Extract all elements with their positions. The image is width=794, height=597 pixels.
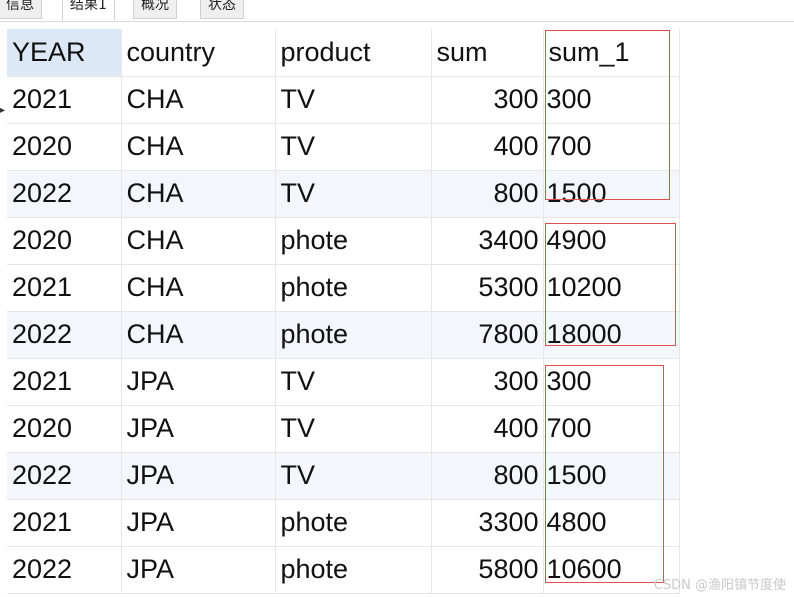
- cell-sum-1[interactable]: 300: [543, 358, 680, 406]
- cell-country[interactable]: CHA: [121, 76, 276, 124]
- cell-country[interactable]: JPA: [121, 452, 276, 500]
- column-header-sum[interactable]: sum: [431, 29, 544, 77]
- cell-sum[interactable]: 3400: [431, 217, 544, 265]
- table-row[interactable]: 2022 CHA TV 800 1500: [7, 170, 680, 218]
- cell-sum[interactable]: 3300: [431, 499, 544, 547]
- cell-sum[interactable]: 800: [431, 452, 544, 500]
- cell-country[interactable]: CHA: [121, 217, 276, 265]
- column-header-sum-1[interactable]: sum_1: [543, 29, 680, 77]
- table-row[interactable]: 2021 JPA phote 3300 4800: [7, 499, 680, 547]
- cell-year[interactable]: 2020: [7, 405, 122, 453]
- cell-year[interactable]: 2021: [7, 499, 122, 547]
- cell-sum-1[interactable]: 1500: [543, 452, 680, 500]
- cell-year[interactable]: 2021: [7, 76, 122, 124]
- table-row[interactable]: 2022 JPA phote 5800 10600: [7, 546, 680, 594]
- cell-year[interactable]: 2022: [7, 311, 122, 359]
- table-row[interactable]: 2022 JPA TV 800 1500: [7, 452, 680, 500]
- cell-country[interactable]: JPA: [121, 546, 276, 594]
- cell-product[interactable]: TV: [275, 452, 432, 500]
- cell-sum-1[interactable]: 1500: [543, 170, 680, 218]
- cell-sum-1[interactable]: 4900: [543, 217, 680, 265]
- cell-year[interactable]: 2020: [7, 123, 122, 171]
- cell-sum-1[interactable]: 700: [543, 123, 680, 171]
- cell-sum[interactable]: 300: [431, 76, 544, 124]
- cell-year[interactable]: 2022: [7, 452, 122, 500]
- cell-country[interactable]: JPA: [121, 499, 276, 547]
- cell-product[interactable]: phote: [275, 264, 432, 312]
- table-row[interactable]: 2021 JPA TV 300 300: [7, 358, 680, 406]
- cell-sum[interactable]: 400: [431, 123, 544, 171]
- cell-sum[interactable]: 5300: [431, 264, 544, 312]
- column-header-country[interactable]: country: [121, 29, 276, 77]
- cell-sum[interactable]: 7800: [431, 311, 544, 359]
- cell-product[interactable]: TV: [275, 170, 432, 218]
- cell-sum[interactable]: 300: [431, 358, 544, 406]
- tab-result-1[interactable]: 结果1: [62, 0, 115, 21]
- cell-year[interactable]: 2020: [7, 217, 122, 265]
- column-header-year[interactable]: YEAR: [7, 29, 122, 77]
- table-row[interactable]: 2021 CHA phote 5300 10200: [7, 264, 680, 312]
- table-row[interactable]: 2022 CHA phote 7800 18000: [7, 311, 680, 359]
- cell-sum-1[interactable]: 18000: [543, 311, 680, 359]
- table-row[interactable]: 2020 CHA TV 400 700: [7, 123, 680, 171]
- cell-sum-1[interactable]: 700: [543, 405, 680, 453]
- cell-sum[interactable]: 800: [431, 170, 544, 218]
- cell-sum-1[interactable]: 300: [543, 76, 680, 124]
- table-row[interactable]: 2020 CHA phote 3400 4900: [7, 217, 680, 265]
- tab-overview[interactable]: 概况: [133, 0, 177, 19]
- cell-year[interactable]: 2021: [7, 358, 122, 406]
- tab-status[interactable]: 状态: [200, 0, 244, 19]
- cell-product[interactable]: phote: [275, 499, 432, 547]
- cell-country[interactable]: JPA: [121, 405, 276, 453]
- cell-product[interactable]: phote: [275, 217, 432, 265]
- cell-product[interactable]: TV: [275, 405, 432, 453]
- cell-year[interactable]: 2022: [7, 546, 122, 594]
- table-row[interactable]: 2021 CHA TV 300 300: [7, 76, 680, 124]
- result-tab-bar: 信息 结果1 概况 状态: [0, 0, 794, 22]
- cell-sum-1[interactable]: 10200: [543, 264, 680, 312]
- tab-info[interactable]: 信息: [0, 0, 42, 19]
- cell-product[interactable]: TV: [275, 76, 432, 124]
- cell-sum[interactable]: 400: [431, 405, 544, 453]
- cell-product[interactable]: TV: [275, 358, 432, 406]
- result-grid: YEAR country product sum sum_1 2021 CHA TV…: [7, 29, 680, 594]
- cell-year[interactable]: 2022: [7, 170, 122, 218]
- cell-product[interactable]: TV: [275, 123, 432, 171]
- cell-sum[interactable]: 5800: [431, 546, 544, 594]
- cell-year[interactable]: 2021: [7, 264, 122, 312]
- grid-header-row: YEAR country product sum sum_1: [7, 29, 680, 77]
- cell-country[interactable]: CHA: [121, 123, 276, 171]
- cell-product[interactable]: phote: [275, 311, 432, 359]
- cell-sum-1[interactable]: 4800: [543, 499, 680, 547]
- watermark: CSDN @渔阳镇节度使: [653, 578, 786, 593]
- cell-country[interactable]: JPA: [121, 358, 276, 406]
- column-header-product[interactable]: product: [275, 29, 432, 77]
- cell-country[interactable]: CHA: [121, 170, 276, 218]
- cell-country[interactable]: CHA: [121, 311, 276, 359]
- cell-product[interactable]: phote: [275, 546, 432, 594]
- current-row-indicator-icon: ▸: [0, 105, 6, 116]
- table-row[interactable]: 2020 JPA TV 400 700: [7, 405, 680, 453]
- cell-country[interactable]: CHA: [121, 264, 276, 312]
